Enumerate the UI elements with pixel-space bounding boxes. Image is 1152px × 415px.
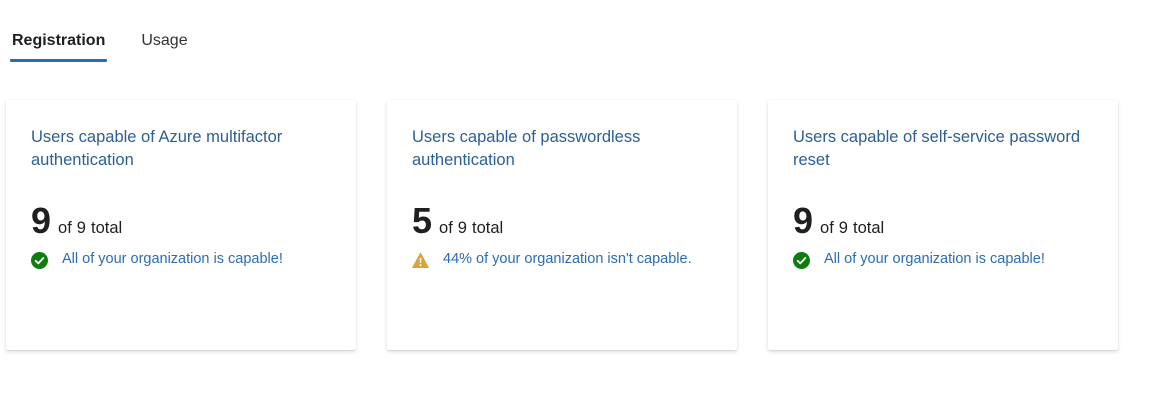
metric-of: of <box>820 219 834 237</box>
card-title-link[interactable]: Users capable of Azure multifactor authe… <box>31 126 331 172</box>
metric: 5 of 9 total <box>412 201 712 245</box>
page: Registration Usage Users capable of Azur… <box>0 0 1152 415</box>
status-row: All of your organization is capable! <box>793 251 1093 271</box>
metric: 9 of 9 total <box>31 201 331 245</box>
card-title-link[interactable]: Users capable of self-service password r… <box>793 126 1093 172</box>
metric-total: 9 <box>838 219 848 237</box>
status-row: 44% of your organization isn't capable. <box>412 251 712 271</box>
tab-bar: Registration Usage <box>10 30 190 62</box>
status-row: All of your organization is capable! <box>31 251 331 271</box>
card-row: Users capable of Azure multifactor authe… <box>6 100 1118 350</box>
tab-registration[interactable]: Registration <box>10 30 108 62</box>
tab-usage[interactable]: Usage <box>139 30 189 59</box>
card-mfa-capable: Users capable of Azure multifactor authe… <box>6 100 356 350</box>
metric-total: 9 <box>457 219 467 237</box>
card-passwordless-capable: Users capable of passwordless authentica… <box>387 100 737 350</box>
status-text: All of your organization is capable! <box>824 251 1045 267</box>
card-sspr-capable: Users capable of self-service password r… <box>768 100 1118 350</box>
metric-count: 5 <box>412 200 433 241</box>
metric-total: 9 <box>76 219 86 237</box>
metric-count: 9 <box>31 200 52 241</box>
metric: 9 of 9 total <box>793 201 1093 245</box>
metric-of: of <box>439 219 453 237</box>
status-text: 44% of your organization isn't capable. <box>443 251 692 267</box>
metric-total-label: total <box>471 219 504 237</box>
check-circle-icon <box>31 252 48 269</box>
check-circle-icon <box>793 252 810 269</box>
metric-of: of <box>58 219 72 237</box>
warning-icon <box>412 252 429 268</box>
metric-total-label: total <box>90 219 123 237</box>
card-title-link[interactable]: Users capable of passwordless authentica… <box>412 126 712 172</box>
metric-total-label: total <box>852 219 885 237</box>
metric-count: 9 <box>793 200 814 241</box>
status-text: All of your organization is capable! <box>62 251 283 267</box>
